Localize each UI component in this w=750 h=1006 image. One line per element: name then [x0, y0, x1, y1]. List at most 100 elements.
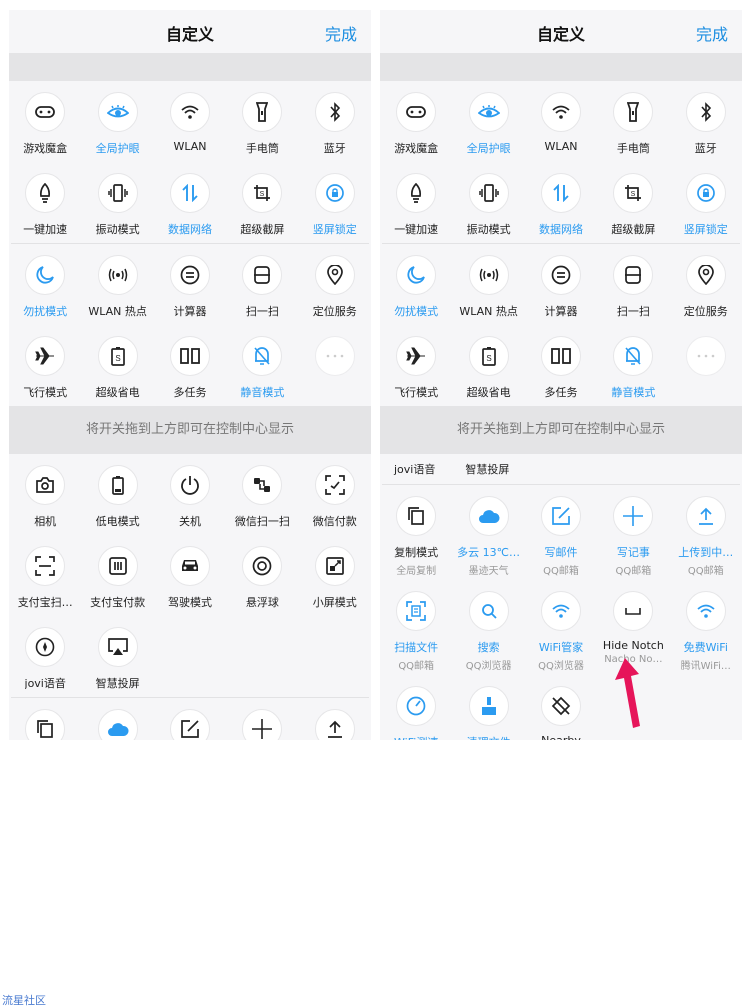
switch-tile[interactable]: 支付宝扫… — [9, 535, 81, 616]
switch-tile[interactable]: 微信扫一扫 — [226, 454, 298, 535]
app-shortcut-tile[interactable]: 免费WiFi 腾讯WiFi… — [670, 580, 742, 675]
switch-tile[interactable] — [670, 325, 742, 406]
tile-label: jovi语音 — [24, 677, 66, 690]
app-shortcut-tile[interactable]: 写邮件 QQ邮箱 — [525, 485, 597, 580]
multitask-icon — [540, 336, 581, 376]
switch-tile[interactable]: 游戏魔盒 — [380, 81, 452, 162]
switch-tile[interactable]: 悬浮球 — [226, 535, 298, 616]
switch-tile[interactable]: S 超级截屏 — [226, 162, 298, 243]
tile-label: 定位服务 — [683, 305, 728, 318]
app-shortcut-tile[interactable]: 多云 13℃… 墨迹天气 — [452, 485, 524, 580]
tile-label: 驾驶模式 — [167, 596, 212, 609]
tile-label: 上传到中… — [678, 546, 734, 559]
switch-tile[interactable]: WLAN 热点 — [452, 244, 524, 325]
switch-tile[interactable]: 振动模式 — [452, 162, 524, 243]
switch-tile[interactable]: 多任务 — [154, 325, 226, 406]
switch-tile[interactable]: 蓝牙 — [670, 81, 742, 162]
switch-tile[interactable]: 驾驶模式 — [154, 535, 226, 616]
switch-tile[interactable]: S 超级省电 — [452, 325, 524, 406]
switch-tile[interactable]: 相机 — [9, 454, 81, 535]
wifi-icon — [540, 92, 581, 132]
switch-tile[interactable]: 扫一扫 — [226, 244, 298, 325]
plus-icon — [613, 496, 654, 536]
switch-tile[interactable]: 全局护眼 — [81, 81, 153, 162]
app-shortcut-tile[interactable]: WiFi测速 — [380, 675, 452, 740]
app-shortcut-tile[interactable]: 上传到中… QQ邮箱 — [670, 485, 742, 580]
switch-tile[interactable]: 竖屏锁定 — [670, 162, 742, 243]
switch-tile[interactable]: 计算器 — [154, 244, 226, 325]
switch-tile[interactable]: 静音模式 — [597, 325, 669, 406]
tile-sublabel: 全局复制 — [396, 566, 437, 577]
done-button[interactable]: 完成 — [696, 21, 728, 45]
switch-tile[interactable]: 静音模式 — [226, 325, 298, 406]
switch-tile[interactable]: 低电模式 — [81, 454, 153, 535]
switch-tile[interactable]: S 超级截屏 — [597, 162, 669, 243]
tile-label: 多云 13℃… — [457, 546, 521, 559]
switch-tile[interactable]: 计算器 — [525, 244, 597, 325]
power-icon — [169, 465, 210, 505]
switch-tile[interactable]: 扫一扫 — [597, 244, 669, 325]
app-shortcut-tile[interactable] — [9, 698, 81, 740]
switch-tile[interactable]: 数据网络 — [525, 162, 597, 243]
switch-tile[interactable]: 一键加速 — [9, 162, 81, 243]
tile-sublabel: QQ邮箱 — [687, 566, 724, 577]
switch-tile[interactable]: WLAN — [154, 81, 226, 162]
switch-tile[interactable]: 多任务 — [525, 325, 597, 406]
app-shortcut-tile[interactable] — [226, 698, 298, 740]
text-item-screencast[interactable]: 智慧投屏 — [465, 461, 509, 477]
camera-icon — [25, 465, 66, 505]
switch-tile[interactable]: 手电筒 — [226, 81, 298, 162]
switch-tile[interactable]: 手电筒 — [597, 81, 669, 162]
switch-tile[interactable]: WLAN 热点 — [81, 244, 153, 325]
switch-tile[interactable]: 支付宝付款 — [81, 535, 153, 616]
text-item-jovi[interactable]: jovi语音 — [394, 461, 435, 477]
switch-tile[interactable]: 一键加速 — [380, 162, 452, 243]
switch-tile[interactable]: 小屏模式 — [299, 535, 371, 616]
jovi-voice-icon — [25, 627, 66, 667]
tile-label: 多任务 — [544, 386, 578, 399]
tile-label: 扫一扫 — [616, 305, 650, 318]
switch-tile[interactable]: 全局护眼 — [452, 81, 524, 162]
app-shortcut-grid: 复制模式 全局复制 多云 13℃… 墨迹天气 写邮件 QQ邮箱 写记事 QQ邮箱 上传到中… QQ… — [380, 485, 742, 740]
hotspot-icon — [468, 255, 509, 295]
app-shortcut-tile[interactable] — [81, 698, 153, 740]
switch-tile[interactable]: 定位服务 — [670, 244, 742, 325]
tile-label: 静音模式 — [240, 386, 285, 399]
app-shortcut-tile[interactable]: 扫描文件 QQ邮箱 — [380, 580, 452, 675]
app-shortcut-tile[interactable]: 写记事 QQ邮箱 — [597, 485, 669, 580]
eye-icon — [468, 92, 509, 132]
tile-sublabel: QQ浏览器 — [538, 661, 584, 672]
switch-tile[interactable]: 游戏魔盒 — [9, 81, 81, 162]
app-shortcut-tile[interactable]: Nearby — [525, 675, 597, 740]
switch-tile[interactable]: S 超级省电 — [81, 325, 153, 406]
app-shortcut-tile[interactable] — [299, 698, 371, 740]
switch-tile[interactable]: 微信付款 — [299, 454, 371, 535]
location-icon — [314, 255, 355, 295]
switch-tile[interactable]: 飞行模式 — [9, 325, 81, 406]
switch-tile[interactable]: 蓝牙 — [299, 81, 371, 162]
app-shortcut-tile[interactable]: 复制模式 全局复制 — [380, 485, 452, 580]
app-shortcut-tile[interactable]: 搜索 QQ浏览器 — [452, 580, 524, 675]
done-button[interactable]: 完成 — [325, 21, 357, 45]
switch-tile[interactable] — [299, 325, 371, 406]
switch-tile[interactable]: 定位服务 — [299, 244, 371, 325]
switch-tile[interactable]: 关机 — [154, 454, 226, 535]
app-shortcut-tile[interactable]: 清理文件 — [452, 675, 524, 740]
switch-tile[interactable]: 飞行模式 — [380, 325, 452, 406]
app-shortcut-tile[interactable] — [154, 698, 226, 740]
car-icon — [169, 546, 210, 586]
switch-tile[interactable]: 振动模式 — [81, 162, 153, 243]
tile-label: 飞行模式 — [394, 386, 439, 399]
notch-icon — [613, 591, 654, 631]
app-shortcut-tile[interactable]: WiFi管家 QQ浏览器 — [525, 580, 597, 675]
tile-label: 支付宝扫… — [17, 596, 73, 609]
switch-tile[interactable]: 竖屏锁定 — [299, 162, 371, 243]
switch-tile[interactable]: 数据网络 — [154, 162, 226, 243]
switch-tile[interactable]: 勿扰模式 — [9, 244, 81, 325]
switch-tile[interactable]: jovi语音 — [9, 616, 81, 697]
switch-tile[interactable]: 智慧投屏 — [81, 616, 153, 697]
drag-hint: 将开关拖到上方即可在控制中心显示 — [9, 406, 371, 454]
switch-tile[interactable]: WLAN — [525, 81, 597, 162]
switch-tile[interactable]: 勿扰模式 — [380, 244, 452, 325]
tile-sublabel: 墨迹天气 — [468, 566, 509, 577]
